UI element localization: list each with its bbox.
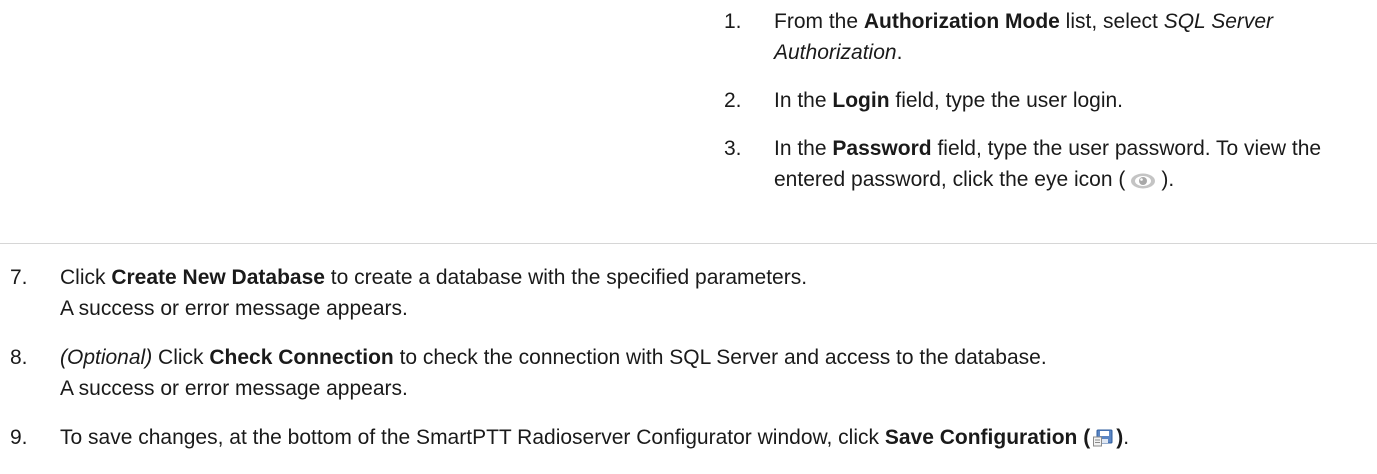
step-text: To save changes, at the bottom of the Sm… xyxy=(60,426,885,449)
step-line: Click Create New Database to create a da… xyxy=(60,262,1370,293)
sub-step-number: 3. xyxy=(724,137,742,160)
step-result: A success or error message appears. xyxy=(60,377,408,400)
step-9: 9. To save changes, at the bottom of the… xyxy=(10,422,1370,456)
save-configuration-icon xyxy=(1093,425,1113,456)
sub-step-text: In the xyxy=(774,137,833,160)
step-line: (Optional) Click Check Connection to che… xyxy=(60,342,1370,373)
ui-term: Check Connection xyxy=(209,346,394,369)
eye-icon xyxy=(1129,168,1157,199)
sub-step-text: In the xyxy=(774,89,833,112)
sub-steps-list: 1. From the Authorization Mode list, sel… xyxy=(724,6,1374,216)
sub-step-3: 3. In the Password field, type the user … xyxy=(724,133,1374,199)
sub-step-number: 2. xyxy=(724,89,742,112)
step-number: 7. xyxy=(10,266,28,289)
step-number: 8. xyxy=(10,346,28,369)
step-text: Click xyxy=(60,266,112,289)
ui-term: Password xyxy=(832,137,932,160)
sub-step-2: 2. In the Login field, type the user log… xyxy=(724,85,1374,116)
step-number: 9. xyxy=(10,426,28,449)
step-text: to check the connection with SQL Server … xyxy=(393,346,1047,369)
step-line: To save changes, at the bottom of the Sm… xyxy=(60,422,1370,456)
step-text: to create a database with the specified … xyxy=(324,266,808,289)
sub-step-text: ). xyxy=(1161,168,1175,191)
step-text: Click xyxy=(152,346,210,369)
sub-step-number: 1. xyxy=(724,10,742,33)
step-7: 7. Click Create New Database to create a… xyxy=(10,262,1370,324)
ui-term: Save Configuration ( xyxy=(884,426,1091,449)
optional-label: (Optional) xyxy=(60,346,153,369)
sub-step-text: . xyxy=(896,41,903,64)
divider xyxy=(0,243,1377,244)
step-8: 8. (Optional) Click Check Connection to … xyxy=(10,342,1370,404)
sub-step-text: list, select xyxy=(1059,10,1164,33)
step-text: . xyxy=(1123,426,1130,449)
ui-term: Create New Database xyxy=(111,266,325,289)
ui-term: Login xyxy=(832,89,890,112)
sub-step-text: field, type the user login. xyxy=(889,89,1124,112)
step-result: A success or error message appears. xyxy=(60,297,408,320)
sub-step-1: 1. From the Authorization Mode list, sel… xyxy=(724,6,1374,68)
ui-term: Authorization Mode xyxy=(863,10,1060,33)
steps-list: 7. Click Create New Database to create a… xyxy=(10,262,1370,474)
sub-step-text: From the xyxy=(774,10,864,33)
